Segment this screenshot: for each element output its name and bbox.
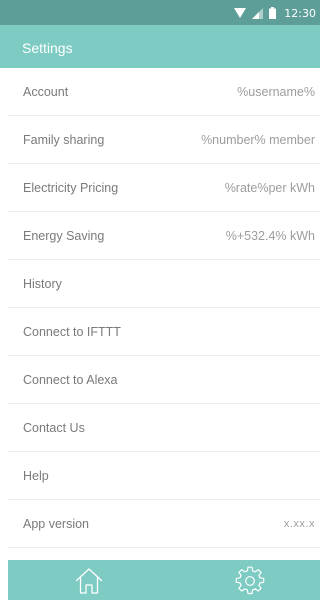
bottom-nav (8, 560, 320, 600)
status-time: 12:30 (284, 6, 316, 20)
settings-row-help[interactable]: Help (8, 452, 320, 500)
row-label: Electricity Pricing (23, 181, 119, 195)
row-value: %+532.4% kWh (225, 229, 315, 243)
settings-row-family-sharing[interactable]: Family sharing %number% member (8, 116, 320, 164)
settings-row-history[interactable]: History (8, 260, 320, 308)
home-icon (75, 568, 103, 594)
app-bar: Settings (0, 25, 320, 68)
row-label: Contact Us (23, 421, 85, 435)
page-title: Settings (22, 40, 73, 56)
settings-row-energy-saving[interactable]: Energy Saving %+532.4% kWh (8, 212, 320, 260)
row-value: %rate%per kWh (224, 181, 315, 195)
status-icons: 12:30 (234, 6, 316, 20)
settings-row-contact-us[interactable]: Contact Us (8, 404, 320, 452)
battery-icon (269, 7, 277, 19)
gear-icon (235, 566, 265, 595)
nav-home-button[interactable] (74, 566, 104, 596)
row-label: Energy Saving (23, 229, 105, 243)
settings-row-account[interactable]: Account %username% (8, 68, 320, 116)
settings-row-app-version: App version x.xx.x (8, 500, 320, 548)
row-label: Connect to Alexa (23, 373, 118, 387)
row-label: Connect to IFTTT (23, 325, 121, 339)
settings-row-electricity-pricing[interactable]: Electricity Pricing %rate%per kWh (8, 164, 320, 212)
settings-row-connect-ifttt[interactable]: Connect to IFTTT (8, 308, 320, 356)
nav-settings-button[interactable] (235, 566, 265, 596)
wifi-icon (234, 8, 247, 18)
row-label: Help (23, 469, 49, 483)
row-label: Account (23, 85, 69, 99)
row-label: Family sharing (23, 133, 105, 147)
settings-list: Account %username% Family sharing %numbe… (8, 68, 320, 548)
settings-screen: 12:30 Settings Account %username% Family… (0, 0, 320, 600)
row-label: History (23, 277, 62, 291)
row-label: App version (23, 517, 90, 531)
row-value: %number% member (201, 133, 315, 147)
settings-row-connect-alexa[interactable]: Connect to Alexa (8, 356, 320, 404)
status-bar: 12:30 (0, 0, 320, 25)
row-value: %username% (237, 85, 315, 99)
signal-icon (252, 7, 264, 19)
app-version-value: x.xx.x (283, 518, 315, 530)
